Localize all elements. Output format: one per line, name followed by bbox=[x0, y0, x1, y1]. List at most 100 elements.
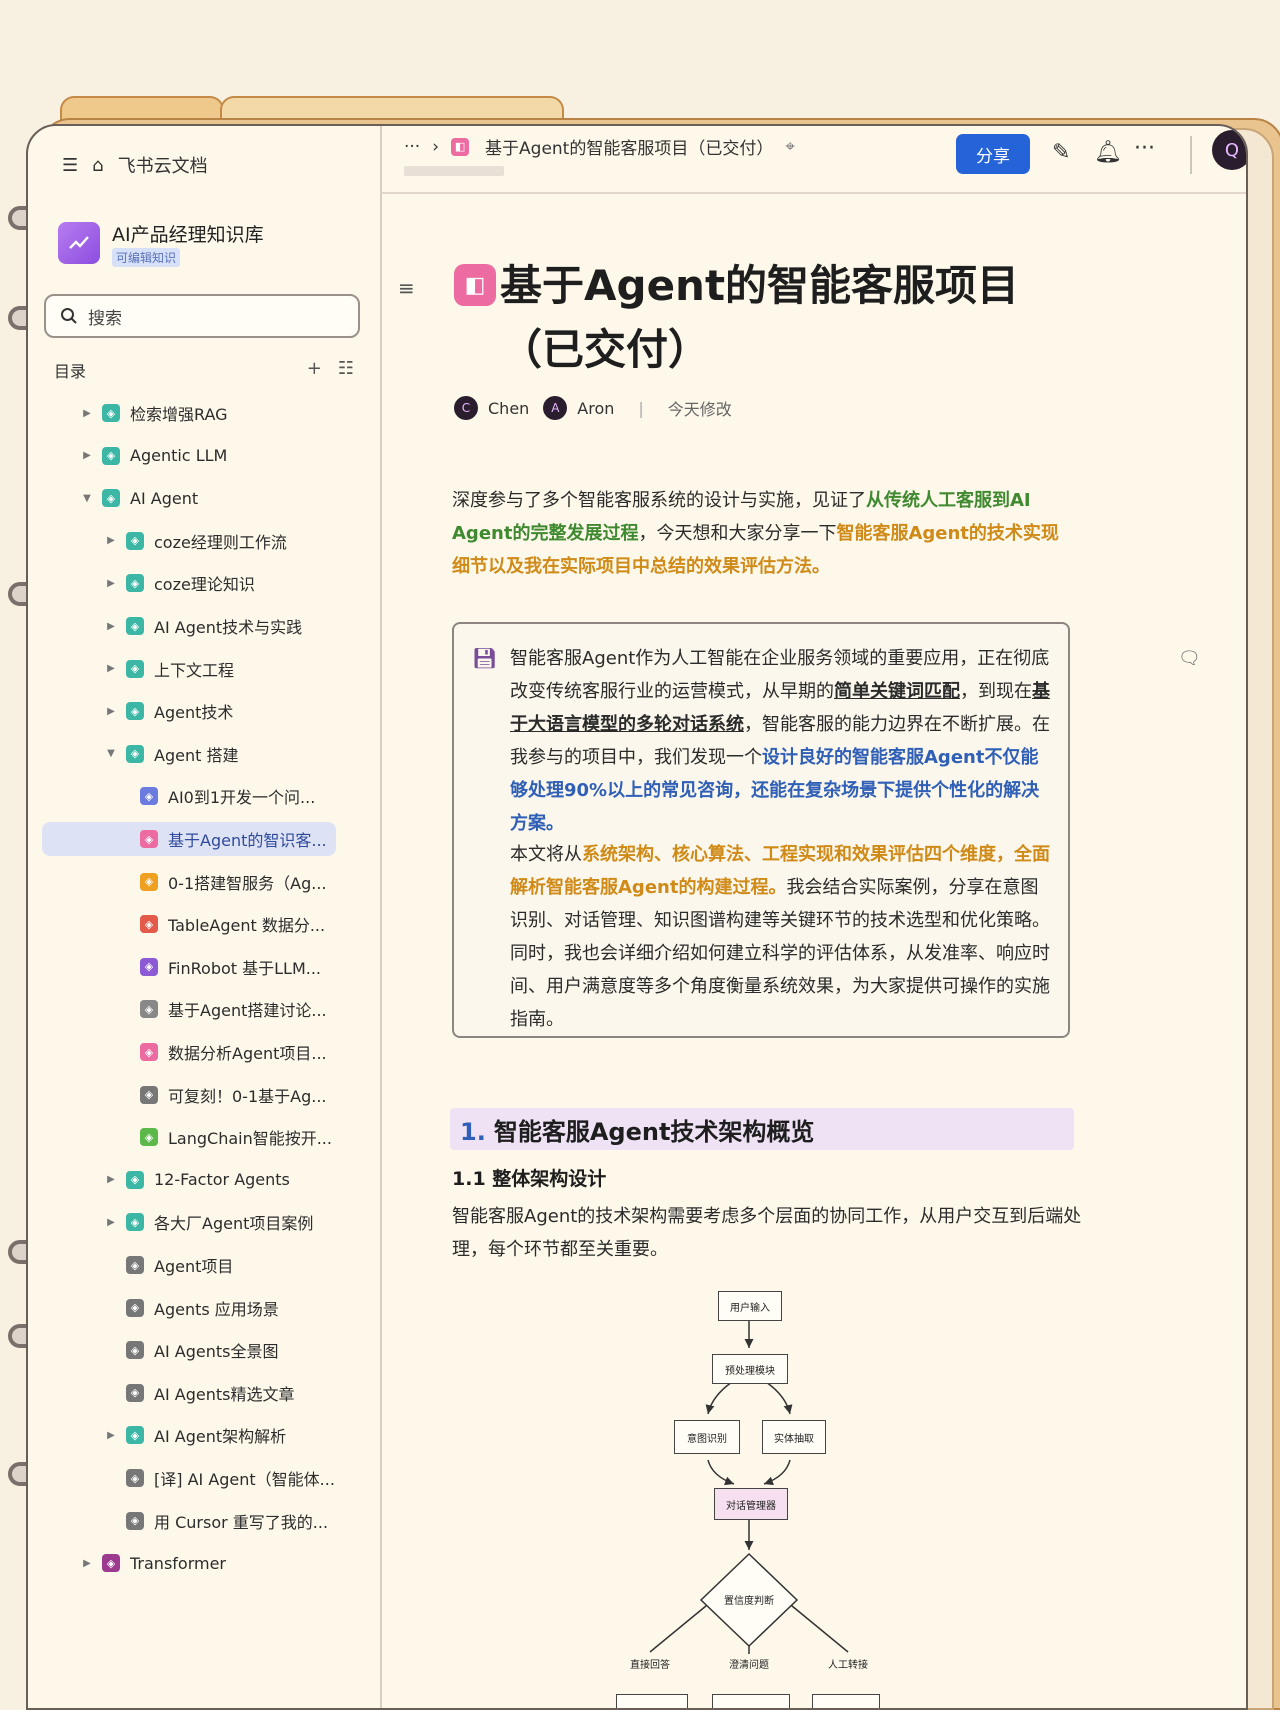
toc-item[interactable]: ◈ 0-1搭建智服务（Ag... bbox=[140, 865, 327, 899]
toc-item-label: 检索增强RAG bbox=[130, 405, 228, 424]
toc-item[interactable]: ▶ ◈ Agent技术 bbox=[104, 694, 233, 728]
toc-item[interactable]: ◈ TableAgent 数据分... bbox=[140, 907, 325, 941]
doc-icon: ◈ bbox=[102, 1554, 120, 1573]
toc-options-icon[interactable]: ☷ bbox=[338, 358, 354, 382]
toc-item[interactable]: ◈ Agent项目 bbox=[104, 1248, 233, 1282]
toc-item-label: coze经理则工作流 bbox=[154, 532, 287, 552]
toc-item[interactable]: ▶ ◈ AI Agent架构解析 bbox=[104, 1418, 286, 1452]
home-icon[interactable]: ⌂ bbox=[92, 155, 103, 176]
toc-item[interactable]: ◈ LangChain智能按开... bbox=[140, 1120, 332, 1154]
toc-item[interactable]: ◈ AI Agents全景图 bbox=[104, 1333, 278, 1367]
toc-item[interactable]: ◈ FinRobot 基于LLM... bbox=[140, 950, 321, 984]
toc-item-label: 基于Agent的智识客... bbox=[168, 831, 327, 850]
toc-item-label: FinRobot 基于LLM... bbox=[168, 958, 322, 978]
toc-item[interactable]: ◈ Agents 应用场景 bbox=[104, 1291, 279, 1325]
toc-item-label: Transformer bbox=[130, 1553, 227, 1573]
chevron-right-icon[interactable]: ▶ bbox=[104, 621, 118, 632]
flow-node: 意图识别 bbox=[674, 1420, 740, 1454]
chevron-right-icon[interactable]: ▶ bbox=[80, 408, 94, 419]
doc-icon: ◈ bbox=[140, 872, 158, 891]
doc-icon: ◈ bbox=[126, 1426, 144, 1445]
doc-icon: ◈ bbox=[102, 489, 120, 508]
toc-item[interactable]: ◈ 用 Cursor 重写了我的... bbox=[104, 1504, 328, 1538]
toc-item-label: 上下文工程 bbox=[154, 660, 235, 680]
doc-icon: ◈ bbox=[126, 1298, 144, 1317]
doc-icon: ◈ bbox=[126, 1383, 144, 1402]
doc-icon: ◈ bbox=[140, 915, 158, 934]
knowledge-base-icon bbox=[58, 222, 100, 264]
chevron-down-icon[interactable]: ▼ bbox=[80, 493, 94, 504]
chevron-right-icon[interactable]: ▶ bbox=[104, 663, 118, 674]
search-icon bbox=[61, 308, 77, 324]
add-icon[interactable]: + bbox=[307, 358, 322, 382]
toc-item-label: AI Agents全景图 bbox=[154, 1342, 279, 1362]
toc-item-label: TableAgent 数据分... bbox=[168, 916, 326, 936]
chevron-right-icon[interactable]: ▶ bbox=[104, 1430, 118, 1441]
sidebar-top: ☰ ⌂ 飞书云文档 bbox=[62, 152, 208, 178]
toc-item[interactable]: ◈ AI0到1开发一个问... bbox=[140, 779, 315, 813]
toc-item[interactable]: ◈ 基于Agent的智识客... bbox=[42, 822, 336, 856]
toc-item[interactable]: ▶ ◈ 12-Factor Agents bbox=[104, 1163, 290, 1197]
doc-icon: ◈ bbox=[126, 1256, 144, 1274]
doc-icon: ◈ bbox=[140, 1085, 158, 1104]
toc-item-label: AI Agent bbox=[130, 488, 199, 508]
toc-item-label: AI Agent架构解析 bbox=[154, 1427, 287, 1447]
toc-item-label: AI Agent技术与实践 bbox=[154, 618, 303, 637]
chevron-right-icon[interactable]: ▶ bbox=[104, 1217, 118, 1228]
flow-decision: 置信度判断 bbox=[724, 1596, 774, 1607]
search-box[interactable]: 搜索 bbox=[44, 294, 360, 338]
flow-node-partial bbox=[712, 1694, 790, 1708]
flow-branch-label: 人工转接 bbox=[828, 1660, 868, 1671]
toc-item-label: 12-Factor Agents bbox=[154, 1170, 290, 1190]
toc-item[interactable]: ▶ ◈ 各大厂Agent项目案例 bbox=[104, 1205, 313, 1239]
toc-item[interactable]: ▼ ◈ AI Agent bbox=[80, 481, 198, 515]
toc-item-label: AI0到1开发一个问... bbox=[168, 788, 316, 808]
doc-icon: ◈ bbox=[102, 446, 120, 465]
chevron-right-icon[interactable]: ▶ bbox=[80, 450, 94, 461]
toc-item[interactable]: ◈ 可复刻！0-1基于Ag... bbox=[140, 1078, 327, 1112]
doc-icon: ◈ bbox=[102, 404, 120, 422]
toc-item[interactable]: ▶ ◈ coze经理则工作流 bbox=[104, 524, 287, 558]
toc-item[interactable]: ▶ ◈ 检索增强RAG bbox=[80, 396, 228, 430]
document-window: ☰ ⌂ 飞书云文档 AI产品经理知识库 可编辑知识 搜索 目录 + ☷ ▶ ◈ 检索… bbox=[26, 124, 1248, 1710]
toc-item-label: Agent项目 bbox=[154, 1257, 234, 1276]
toc-item[interactable]: ▶ ◈ coze理论知识 bbox=[104, 566, 255, 600]
doc-icon: ◈ bbox=[126, 1341, 144, 1360]
toc-item[interactable]: ◈ 基于Agent搭建讨论... bbox=[140, 992, 327, 1026]
chevron-right-icon[interactable]: ▶ bbox=[104, 1174, 118, 1185]
knowledge-base-title[interactable]: AI产品经理知识库 bbox=[112, 220, 264, 247]
collapse-sidebar-icon[interactable]: ☰ bbox=[62, 155, 78, 176]
toc-item[interactable]: ▶ ◈ Agentic LLM bbox=[80, 439, 227, 473]
doc-icon: ◈ bbox=[126, 1213, 144, 1232]
toc-item[interactable]: ▶ ◈ Transformer bbox=[80, 1546, 226, 1580]
chevron-right-icon[interactable]: ▶ bbox=[80, 1558, 94, 1569]
main-content: ··· › ◧ 基于Agent的智能客服项目（已交付） ⌖ 分享 ✎ 🔔︎ ··… bbox=[382, 126, 1246, 1708]
toc-item[interactable]: ◈ [译] AI Agent（智能体... bbox=[104, 1461, 335, 1495]
toc-item[interactable]: ▶ ◈ AI Agent技术与实践 bbox=[104, 609, 302, 643]
toc-label: 目录 bbox=[54, 362, 87, 381]
doc-icon: ◈ bbox=[126, 702, 144, 721]
toc-item[interactable]: ▶ ◈ 上下文工程 bbox=[104, 652, 234, 686]
toc-item-label: 用 Cursor 重写了我的... bbox=[154, 1512, 329, 1532]
toc-item-label: Agents 应用场景 bbox=[154, 1299, 279, 1319]
home-label[interactable]: 飞书云文档 bbox=[118, 152, 208, 178]
chevron-right-icon[interactable]: ▶ bbox=[104, 706, 118, 717]
chevron-down-icon[interactable]: ▼ bbox=[104, 748, 118, 759]
flowchart-connectors bbox=[649, 1320, 849, 1654]
doc-icon: ◈ bbox=[126, 744, 144, 763]
toc-header: 目录 + ☷ bbox=[54, 358, 354, 382]
toc-item-label: [译] AI Agent（智能体... bbox=[154, 1470, 335, 1489]
flow-node: 实体抽取 bbox=[762, 1420, 826, 1454]
doc-icon: ◈ bbox=[140, 957, 158, 976]
toc-item[interactable]: ◈ AI Agents精选文章 bbox=[104, 1376, 294, 1410]
sidebar: ☰ ⌂ 飞书云文档 AI产品经理知识库 可编辑知识 搜索 目录 + ☷ ▶ ◈ 检索… bbox=[28, 126, 382, 1708]
search-input[interactable]: 搜索 bbox=[88, 304, 122, 329]
flow-branch-label: 直接回答 bbox=[630, 1660, 670, 1671]
doc-icon: ◈ bbox=[126, 1469, 144, 1487]
toc-item[interactable]: ◈ 数据分析Agent项目... bbox=[140, 1035, 327, 1069]
toc-item-label: 0-1搭建智服务（Ag... bbox=[168, 873, 327, 893]
chevron-right-icon[interactable]: ▶ bbox=[104, 535, 118, 546]
chevron-right-icon[interactable]: ▶ bbox=[104, 578, 118, 589]
flow-node-partial bbox=[812, 1694, 880, 1708]
toc-item[interactable]: ▼ ◈ Agent 搭建 bbox=[104, 737, 238, 771]
